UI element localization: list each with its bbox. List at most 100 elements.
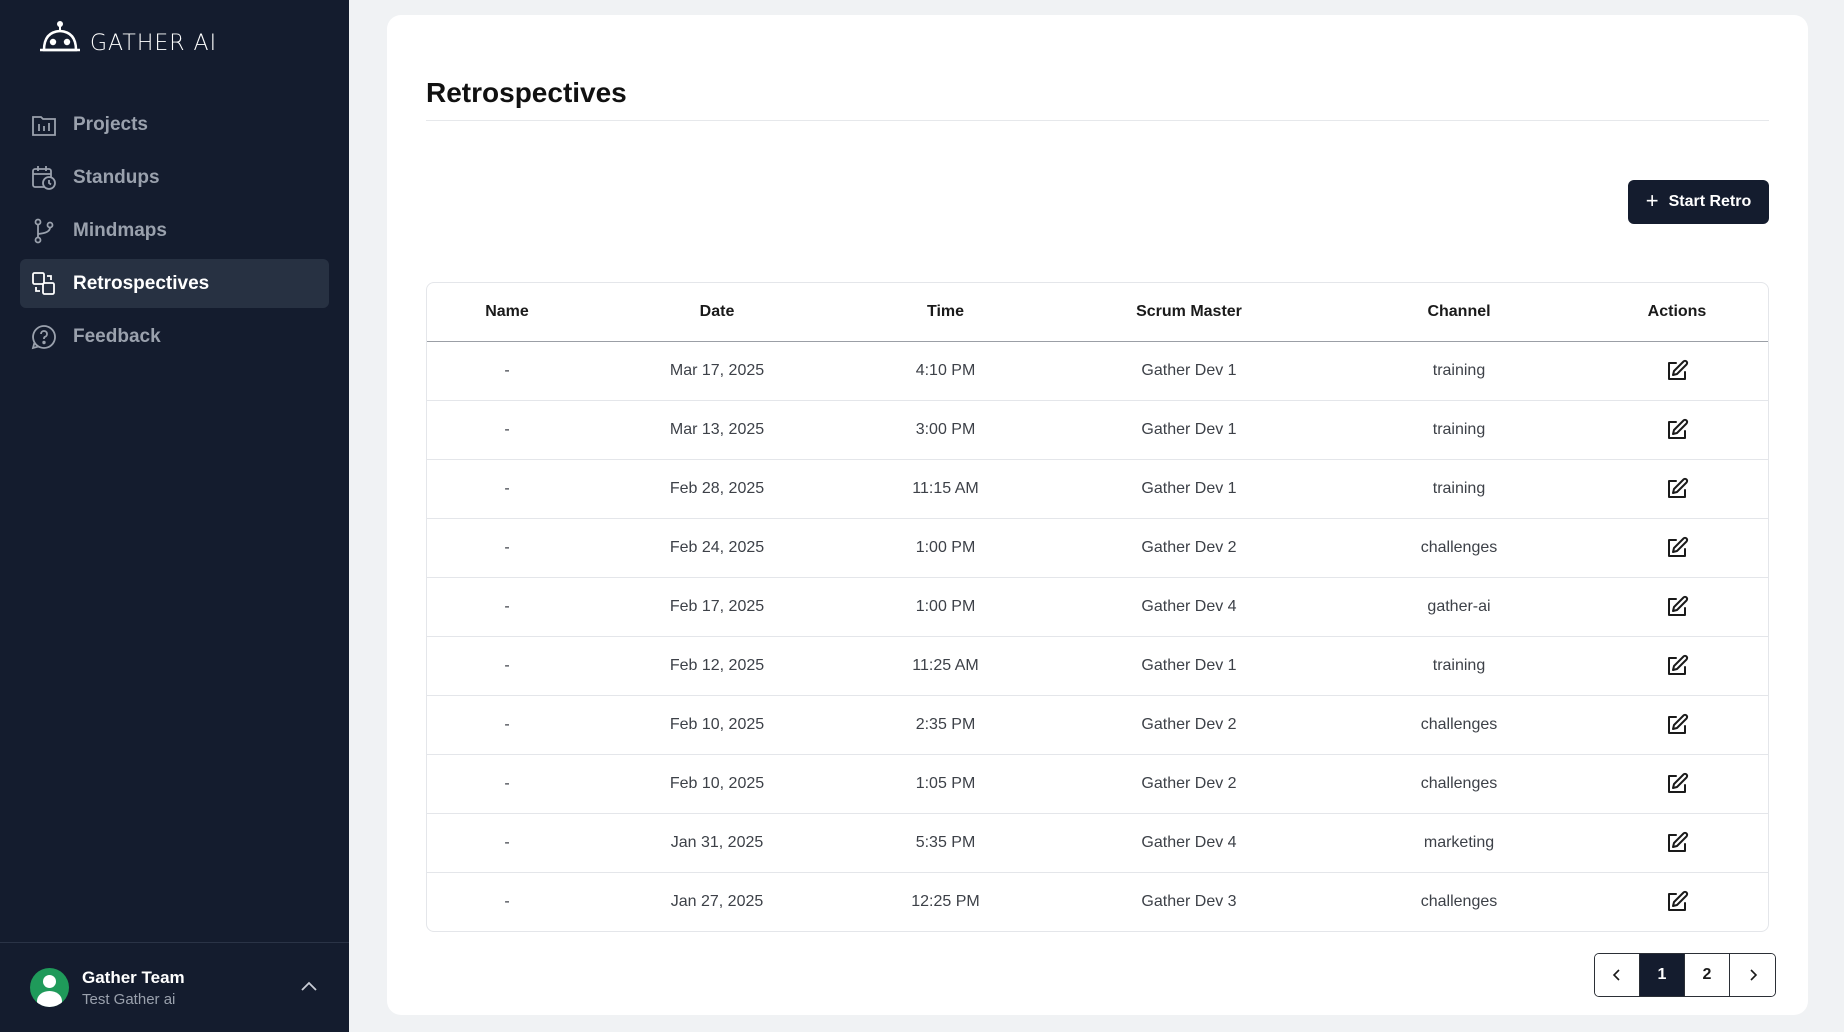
cell-channel: marketing — [1423, 833, 1495, 851]
sidebar-item-projects[interactable]: Projects — [20, 100, 329, 149]
chevron-right-icon — [1749, 969, 1757, 981]
table-row: - Feb 12, 2025 11:25 AM Gather Dev 1 trainin… — [427, 636, 1768, 695]
standups-icon — [30, 164, 58, 192]
projects-icon — [30, 111, 58, 139]
retrospectives-table: Name Date Time Scrum Master Channel Acti… — [426, 282, 1769, 932]
edit-icon[interactable] — [1665, 536, 1689, 560]
cell-date: Jan 31, 2025 — [670, 833, 764, 851]
cell-scrum-master: Gather Dev 1 — [1141, 420, 1237, 438]
cell-scrum-master: Gather Dev 2 — [1141, 715, 1237, 733]
chevron-left-icon — [1612, 969, 1620, 981]
cell-channel: training — [1432, 656, 1486, 674]
user-subtitle: Test Gather ai — [82, 990, 176, 1008]
cell-date: Feb 28, 2025 — [669, 479, 765, 497]
edit-icon[interactable] — [1665, 418, 1689, 442]
cell-scrum-master: Gather Dev 2 — [1141, 538, 1237, 556]
title-divider — [426, 120, 1769, 121]
sidebar-item-label: Mindmaps — [73, 219, 167, 241]
table-body: - Mar 17, 2025 4:10 PM Gather Dev 1 training… — [427, 341, 1768, 931]
edit-icon[interactable] — [1665, 477, 1689, 501]
cell-channel: training — [1432, 479, 1486, 497]
cell-actions — [1584, 459, 1768, 518]
header-scrum-master: Scrum Master — [1136, 302, 1242, 320]
cell-actions — [1584, 813, 1768, 872]
cell-channel: gather-ai — [1427, 597, 1491, 615]
sidebar-item-feedback[interactable]: Feedback — [20, 312, 329, 361]
sidebar-item-standups[interactable]: Standups — [20, 153, 329, 202]
cell-time: 12:25 PM — [911, 892, 980, 910]
cell-time: 5:35 PM — [915, 833, 976, 851]
cell-time: 1:05 PM — [915, 774, 976, 792]
edit-icon[interactable] — [1665, 772, 1689, 796]
table-row: - Mar 17, 2025 4:10 PM Gather Dev 1 training — [427, 341, 1768, 400]
edit-icon[interactable] — [1665, 654, 1689, 678]
sidebar-item-label: Projects — [73, 113, 148, 135]
cell-time: 4:10 PM — [915, 361, 976, 379]
header-name: Name — [485, 302, 529, 320]
cell-time: 1:00 PM — [915, 597, 976, 615]
table-row: - Jan 31, 2025 5:35 PM Gather Dev 4 marketin… — [427, 813, 1768, 872]
table-row: - Feb 10, 2025 1:05 PM Gather Dev 2 challeng… — [427, 754, 1768, 813]
cell-scrum-master: Gather Dev 4 — [1141, 597, 1237, 615]
edit-icon[interactable] — [1665, 890, 1689, 914]
cell-name: - — [504, 479, 510, 497]
cell-name: - — [504, 774, 510, 792]
edit-icon[interactable] — [1665, 359, 1689, 383]
cell-actions — [1584, 400, 1768, 459]
sidebar-item-label: Standups — [73, 166, 160, 188]
cell-name: - — [504, 597, 510, 615]
cell-date: Feb 17, 2025 — [669, 597, 765, 615]
cell-actions — [1584, 636, 1768, 695]
cell-channel: training — [1432, 361, 1486, 379]
cell-date: Mar 13, 2025 — [669, 420, 765, 438]
page-button-1[interactable]: 1 — [1640, 954, 1685, 996]
cell-name: - — [504, 420, 510, 438]
cell-scrum-master: Gather Dev 2 — [1141, 774, 1237, 792]
cell-name: - — [504, 715, 510, 733]
sidebar: GATHER AI Projects Standups Mindmaps Ret… — [0, 0, 349, 1032]
header-channel: Channel — [1427, 302, 1491, 320]
cell-scrum-master: Gather Dev 1 — [1141, 656, 1237, 674]
table-row: - Jan 27, 2025 12:25 PM Gather Dev 3 challen… — [427, 872, 1768, 931]
table-row: - Mar 13, 2025 3:00 PM Gather Dev 1 training — [427, 400, 1768, 459]
mindmaps-icon — [30, 217, 58, 245]
next-page-button[interactable] — [1730, 954, 1775, 996]
chevron-up-icon[interactable] — [299, 977, 319, 997]
cell-channel: challenges — [1420, 715, 1498, 733]
sidebar-item-retrospectives[interactable]: Retrospectives — [20, 259, 329, 308]
cell-time: 3:00 PM — [915, 420, 976, 438]
cell-scrum-master: Gather Dev 1 — [1141, 361, 1237, 379]
cell-actions — [1584, 518, 1768, 577]
sidebar-item-mindmaps[interactable]: Mindmaps — [20, 206, 329, 255]
cell-actions — [1584, 695, 1768, 754]
cell-name: - — [504, 656, 510, 674]
table-row: - Feb 10, 2025 2:35 PM Gather Dev 2 challeng… — [427, 695, 1768, 754]
edit-icon[interactable] — [1665, 595, 1689, 619]
sidebar-nav: Projects Standups Mindmaps Retrospective… — [20, 100, 329, 365]
cell-channel: challenges — [1420, 538, 1498, 556]
user-profile-menu[interactable]: Gather Team Test Gather ai — [0, 942, 349, 1032]
cell-name: - — [504, 833, 510, 851]
main-card: Retrospectives + Start Retro Name Date T… — [387, 15, 1808, 1015]
start-retro-button[interactable]: + Start Retro — [1628, 180, 1769, 224]
pagination: 1 2 — [1594, 953, 1776, 997]
cell-actions — [1584, 341, 1768, 400]
cell-actions — [1584, 754, 1768, 813]
edit-icon[interactable] — [1665, 831, 1689, 855]
edit-icon[interactable] — [1665, 713, 1689, 737]
app-logo[interactable]: GATHER AI — [38, 20, 217, 56]
cell-date: Feb 24, 2025 — [669, 538, 765, 556]
previous-page-button[interactable] — [1595, 954, 1640, 996]
cell-date: Feb 10, 2025 — [669, 774, 765, 792]
header-time: Time — [926, 302, 965, 320]
app-name: GATHER AI — [90, 30, 218, 56]
cell-time: 2:35 PM — [915, 715, 976, 733]
cell-channel: challenges — [1420, 892, 1498, 910]
table-row: - Feb 24, 2025 1:00 PM Gather Dev 2 challeng… — [427, 518, 1768, 577]
cell-date: Feb 10, 2025 — [669, 715, 765, 733]
page-button-2[interactable]: 2 — [1685, 954, 1730, 996]
cell-name: - — [504, 361, 510, 379]
robot-logo-icon — [40, 21, 80, 52]
retrospectives-icon — [30, 270, 58, 298]
cell-scrum-master: Gather Dev 4 — [1141, 833, 1237, 851]
